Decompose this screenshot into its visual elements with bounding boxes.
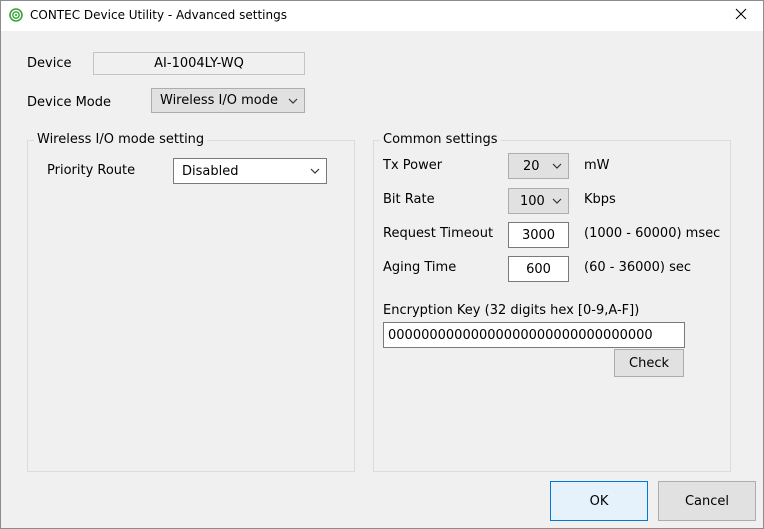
bit-rate-selected: 100	[520, 193, 545, 209]
cancel-button-label: Cancel	[684, 493, 730, 509]
wireless-io-group-caption: Wireless I/O mode setting	[34, 132, 208, 147]
device-mode-selected: Wireless I/O mode	[160, 93, 278, 108]
window-title: CONTEC Device Utility - Advanced setting…	[30, 8, 287, 22]
chevron-down-icon	[552, 163, 562, 169]
priority-route-selected: Disabled	[182, 163, 239, 179]
check-button-label: Check	[629, 355, 669, 371]
encryption-key-label: Encryption Key (32 digits hex [0-9,A-F])	[383, 303, 640, 318]
request-timeout-value: 3000	[521, 227, 556, 243]
wireless-io-group: Wireless I/O mode setting	[27, 132, 355, 472]
ok-button[interactable]: OK	[550, 481, 648, 521]
device-value-text: AI-1004LY-WQ	[154, 56, 244, 71]
aging-time-input[interactable]: 600	[508, 256, 569, 282]
device-mode-label: Device Mode	[27, 95, 112, 110]
chevron-down-icon	[288, 98, 298, 104]
tx-power-select[interactable]: 20	[508, 153, 569, 179]
encryption-key-input[interactable]: 00000000000000000000000000000000	[383, 322, 685, 348]
device-label: Device	[27, 56, 72, 71]
bit-rate-select[interactable]: 100	[508, 188, 569, 214]
ok-button-label: OK	[589, 493, 609, 509]
close-button[interactable]	[718, 0, 764, 31]
aging-time-value: 600	[526, 261, 551, 277]
request-timeout-range: (1000 - 60000) msec	[584, 226, 721, 241]
check-button[interactable]: Check	[614, 349, 684, 377]
close-icon	[735, 8, 747, 24]
device-mode-select[interactable]: Wireless I/O mode	[151, 88, 305, 113]
device-value: AI-1004LY-WQ	[93, 52, 305, 75]
tx-power-selected: 20	[523, 158, 540, 174]
priority-route-select[interactable]: Disabled	[173, 158, 327, 184]
aging-time-range: (60 - 36000) sec	[584, 260, 692, 275]
tx-power-label: Tx Power	[383, 158, 443, 173]
encryption-key-value: 00000000000000000000000000000000	[388, 327, 653, 343]
request-timeout-input[interactable]: 3000	[508, 222, 569, 248]
cancel-button[interactable]: Cancel	[658, 481, 756, 521]
request-timeout-label: Request Timeout	[383, 226, 494, 241]
common-settings-group-caption: Common settings	[380, 132, 501, 147]
bit-rate-unit: Kbps	[584, 192, 616, 207]
bit-rate-label: Bit Rate	[383, 192, 435, 207]
chevron-down-icon	[310, 168, 320, 174]
priority-route-label: Priority Route	[47, 163, 136, 178]
title-bar: CONTEC Device Utility - Advanced setting…	[0, 0, 764, 31]
aging-time-label: Aging Time	[383, 260, 457, 275]
chevron-down-icon	[552, 198, 562, 204]
app-icon	[9, 8, 23, 22]
tx-power-unit: mW	[584, 158, 610, 173]
